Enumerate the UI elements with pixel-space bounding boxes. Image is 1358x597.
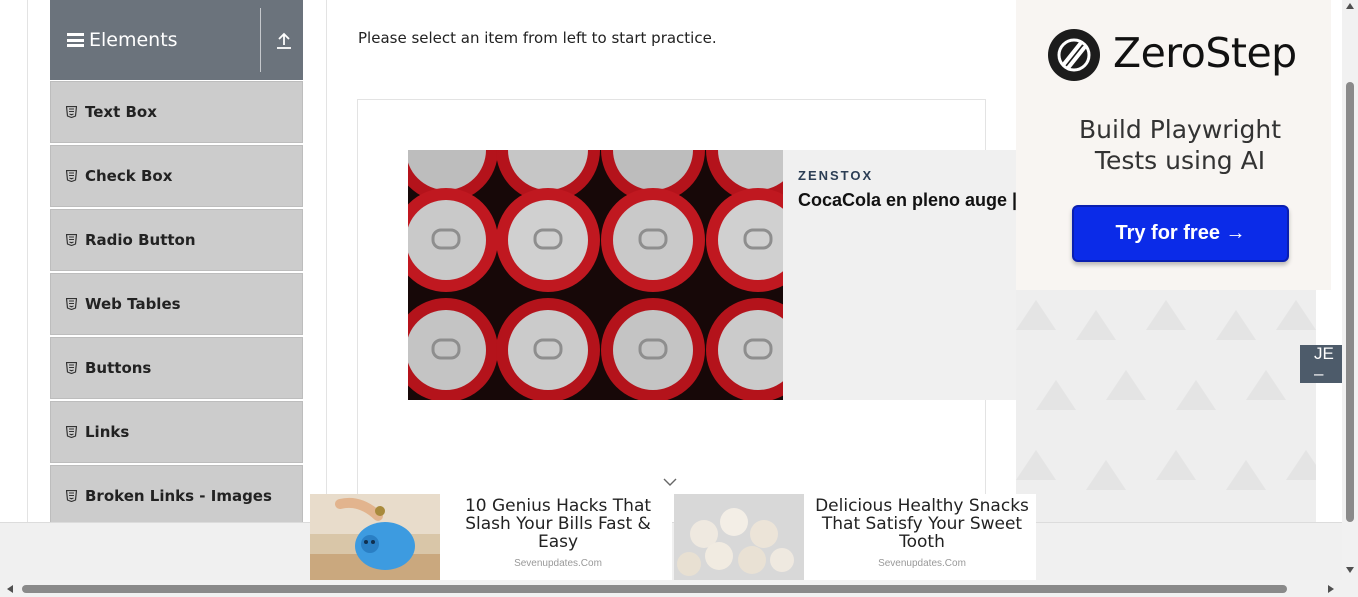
bottom-ad-title[interactable]: Delicious Healthy Snacks That Satisfy Yo… <box>812 497 1032 551</box>
html5-icon <box>66 106 77 118</box>
zerostep-logo-icon <box>1048 29 1100 81</box>
html5-icon <box>66 234 77 246</box>
sidebar-item-label: Check Box <box>85 167 173 185</box>
bottom-ad-title[interactable]: 10 Genius Hacks That Slash Your Bills Fa… <box>448 497 668 551</box>
tagline-line-2: Tests using AI <box>1094 146 1266 175</box>
tagline-line-1: Build Playwright <box>1078 115 1282 144</box>
html5-icon <box>66 426 77 438</box>
sidebar-item-label: Radio Button <box>85 231 196 249</box>
snack-balls-image <box>674 494 804 580</box>
sponsored-article-card[interactable]: ZENSTOX CocaCola en pleno auge | <box>408 150 1023 400</box>
vertical-scroll-thumb[interactable] <box>1346 82 1354 522</box>
soda-cans-image <box>408 150 783 400</box>
html5-icon <box>66 490 77 502</box>
chevron-down-icon[interactable] <box>663 478 677 487</box>
sidebar-item-radio-button[interactable]: Radio Button <box>50 209 303 271</box>
bottom-ad-source: Sevenupdates.Com <box>878 558 966 569</box>
elements-group-header[interactable]: Elements <box>50 0 303 80</box>
bottom-ad-card[interactable]: 10 Genius Hacks That Slash Your Bills Fa… <box>310 494 672 580</box>
sidebar-item-label: Links <box>85 423 130 441</box>
html5-icon <box>66 170 77 182</box>
scroll-up-arrow-icon[interactable] <box>1346 3 1354 9</box>
sidebar-item-web-tables[interactable]: Web Tables <box>50 273 303 335</box>
sidebar-item-check-box[interactable]: Check Box <box>50 145 303 207</box>
sidebar-item-broken-links[interactable]: Broken Links - Images <box>50 465 303 527</box>
side-tab[interactable]: JE – <box>1300 345 1343 383</box>
sidebar-item-label: Web Tables <box>85 295 181 313</box>
html5-icon <box>66 298 77 310</box>
horizontal-scrollbar[interactable] <box>0 580 1358 597</box>
sidebar-item-label: Broken Links - Images <box>85 487 272 505</box>
sidebar-item-text-box[interactable]: Text Box <box>50 81 303 143</box>
horizontal-scroll-thumb[interactable] <box>22 585 1287 593</box>
ad-headline[interactable]: CocaCola en pleno auge | <box>798 190 1017 211</box>
vertical-scrollbar[interactable] <box>1342 0 1358 580</box>
intro-text: Please select an item from left to start… <box>358 29 717 47</box>
hamburger-icon <box>67 33 84 47</box>
sidebar-item-buttons[interactable]: Buttons <box>50 337 303 399</box>
sidebar-right-border <box>326 0 327 522</box>
header-divider <box>260 8 261 72</box>
sidebar-item-label: Text Box <box>85 103 157 121</box>
html5-icon <box>66 362 77 374</box>
sidebar-menu: Text Box Check Box Radio Button Web Tabl… <box>50 81 303 529</box>
zerostep-brand: ZeroStep <box>1113 29 1297 77</box>
scroll-left-arrow-icon[interactable] <box>7 585 13 593</box>
zerostep-tagline: Build Playwright Tests using AI <box>1030 114 1330 176</box>
try-for-free-button[interactable]: Try for free → <box>1072 205 1289 262</box>
bottom-ad-source: Sevenupdates.Com <box>514 558 602 569</box>
bottom-ad-card[interactable]: Delicious Healthy Snacks That Satisfy Yo… <box>674 494 1036 580</box>
piggy-bank-image <box>310 494 440 580</box>
sidebar-item-links[interactable]: Links <box>50 401 303 463</box>
page: Elements Text Box Check Box Radio Button… <box>0 0 1358 597</box>
collapse-up-icon[interactable] <box>276 32 292 50</box>
left-column-border <box>27 0 28 522</box>
ad-brand: ZENSTOX <box>798 168 874 183</box>
group-title: Elements <box>89 29 178 51</box>
scroll-right-arrow-icon[interactable] <box>1328 585 1334 593</box>
scroll-down-arrow-icon[interactable] <box>1346 567 1354 573</box>
sidebar-item-label: Buttons <box>85 359 152 377</box>
